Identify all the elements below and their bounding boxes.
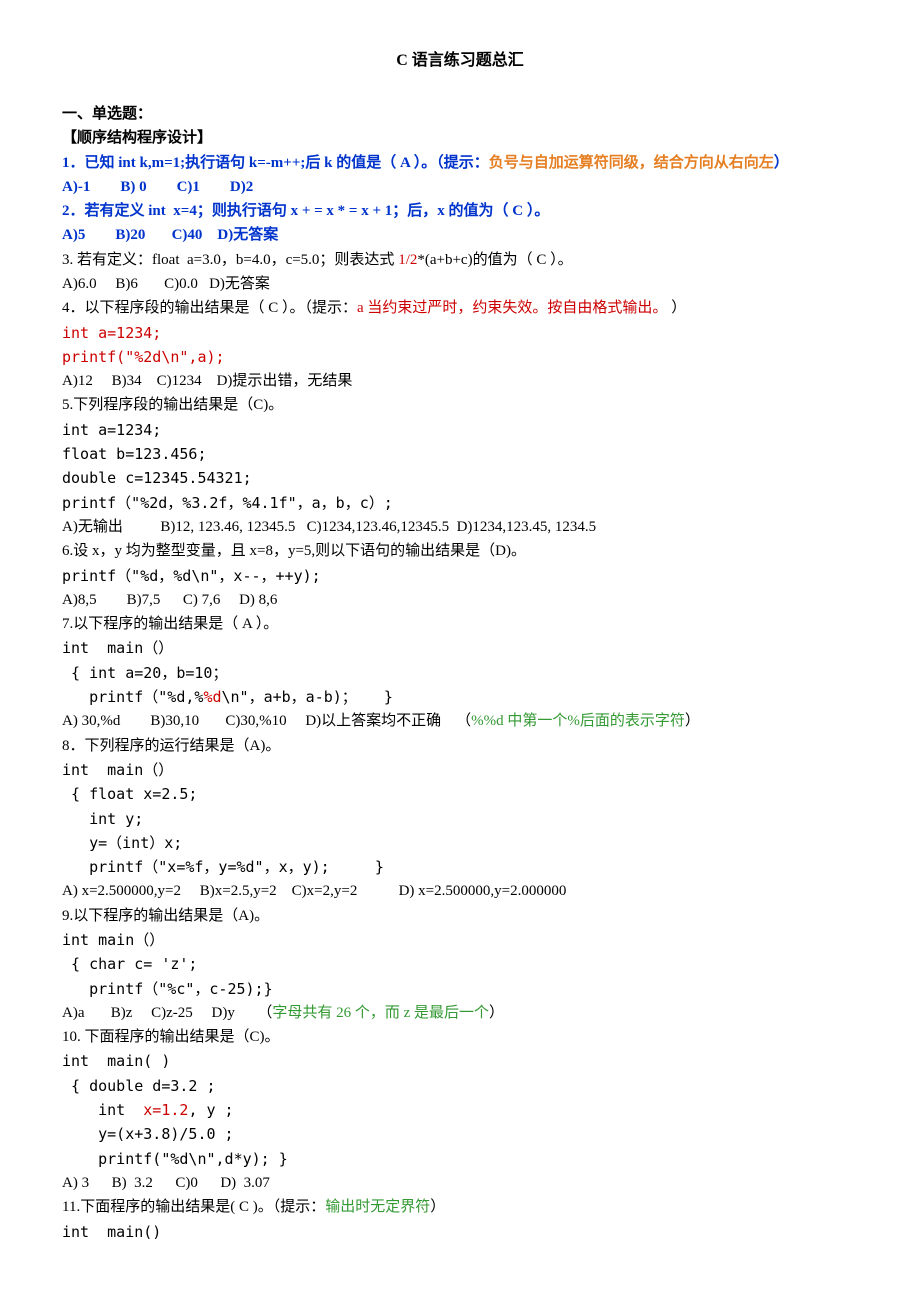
q1-text-a: 已知 int k,m=1;执行语句 k=-m++;后 k 的值是（ A ）。（提… bbox=[85, 155, 489, 171]
q8-code-3: int y; bbox=[62, 807, 858, 831]
q9-code-2: { char c= 'z'; bbox=[62, 952, 858, 976]
q4-text-a: 4．以下程序段的输出结果是（ C ）。（提示： bbox=[62, 300, 357, 316]
q4-code-1: int a=1234; bbox=[62, 321, 858, 345]
q4-options: A)12 B)34 C)1234 D)提示出错，无结果 bbox=[62, 369, 858, 393]
q7-code-1: int main（） bbox=[62, 636, 858, 660]
q1-options: A)-1 B) 0 C)1 D)2 bbox=[62, 175, 858, 199]
q3-stem: 3. 若有定义：float a=3.0，b=4.0，c=5.0；则表达式 1/2… bbox=[62, 248, 858, 272]
q10-options: A) 3 B) 3.2 C)0 D) 3.07 bbox=[62, 1171, 858, 1195]
q6-stem: 6.设 x，y 均为整型变量，且 x=8，y=5,则以下语句的输出结果是（D)。 bbox=[62, 539, 858, 563]
q8-code-5: printf（"x=%f，y=%d"，x，y); } bbox=[62, 855, 858, 879]
q11-text-a: 11.下面程序的输出结果是( C )。（提示： bbox=[62, 1199, 325, 1215]
subsection-heading: 【顺序结构程序设计】 bbox=[62, 126, 858, 150]
q7-code-3c: \n"，a+b，a-b)； } bbox=[222, 688, 393, 706]
q8-code-2: { float x=2.5; bbox=[62, 782, 858, 806]
q11-hint: 输出时无定界符 bbox=[325, 1199, 430, 1215]
q10-code-3c: , y ; bbox=[188, 1101, 233, 1119]
q9-stem: 9.以下程序的输出结果是（A)。 bbox=[62, 904, 858, 928]
q2-options: A)5 B)20 C)40 D)无答案 bbox=[62, 223, 858, 247]
q2-num: 2． bbox=[62, 203, 85, 219]
q10-code-2: { double d=3.2 ; bbox=[62, 1074, 858, 1098]
q8-code-1: int main（） bbox=[62, 758, 858, 782]
q11-stem: 11.下面程序的输出结果是( C )。（提示：输出时无定界符） bbox=[62, 1195, 858, 1219]
q6-options: A)8,5 B)7,5 C) 7,6 D) 8,6 bbox=[62, 588, 858, 612]
q9-options: A)a B)z C)z-25 D)y （字母共有 26 个，而 z 是最后一个） bbox=[62, 1001, 858, 1025]
q9-opts-a: A)a B)z C)z-25 D)y （ bbox=[62, 1005, 272, 1021]
q9-opts-b: ） bbox=[489, 1005, 504, 1021]
q7-opts-hint: %%d 中第一个%后面的表示字符 bbox=[471, 713, 685, 729]
q5-code-3: double c=12345.54321; bbox=[62, 466, 858, 490]
q1-hint: 负号与自加运算符同级，结合方向从右向左 bbox=[489, 155, 774, 171]
q10-code-1: int main( ) bbox=[62, 1049, 858, 1073]
q4-text-b: ） bbox=[667, 300, 686, 316]
q8-options: A) x=2.500000,y=2 B)x=2.5,y=2 C)x=2,y=2 … bbox=[62, 879, 858, 903]
q1-stem: 1．已知 int k,m=1;执行语句 k=-m++;后 k 的值是（ A ）。… bbox=[62, 151, 858, 175]
q10-code-4: y=(x+3.8)/5.0 ; bbox=[62, 1122, 858, 1146]
q4-hint: a 当约束过严时，约束失效。按自由格式输出。 bbox=[357, 300, 667, 316]
q2-stem: 2．若有定义 int x=4；则执行语句 x + = x * = x + 1；后… bbox=[62, 199, 858, 223]
q5-code-4: printf（"%2d，%3.2f，%4.1f"，a，b，c）; bbox=[62, 491, 858, 515]
q3-frac: 1/2 bbox=[398, 252, 417, 268]
q10-stem: 10. 下面程序的输出结果是（C)。 bbox=[62, 1025, 858, 1049]
q4-stem: 4．以下程序段的输出结果是（ C ）。（提示：a 当约束过严时，约束失效。按自由… bbox=[62, 296, 858, 320]
q5-code-2: float b=123.456; bbox=[62, 442, 858, 466]
q7-options: A) 30,%d B)30,10 C)30,%10 D)以上答案均不正确 （%%… bbox=[62, 709, 858, 733]
q5-code-1: int a=1234; bbox=[62, 418, 858, 442]
q7-code-2: { int a=20，b=10； bbox=[62, 661, 858, 685]
q11-code-1: int main() bbox=[62, 1220, 858, 1244]
q2-text: 若有定义 int x=4；则执行语句 x + = x * = x + 1；后，x… bbox=[85, 203, 550, 219]
section-heading: 一、单选题： bbox=[62, 102, 858, 126]
q7-code-3: printf（"%d,%%d\n"，a+b，a-b)； } bbox=[62, 685, 858, 709]
page-title: C 语言练习题总汇 bbox=[62, 48, 858, 74]
q6-code-1: printf（"%d，%d\n"，x--，++y); bbox=[62, 564, 858, 588]
q1-num: 1． bbox=[62, 155, 85, 171]
q1-text-b: ） bbox=[774, 155, 789, 171]
q7-opts-a: A) 30,%d B)30,10 C)30,%10 D)以上答案均不正确 （ bbox=[62, 713, 471, 729]
q10-code-3: int x=1.2, y ; bbox=[62, 1098, 858, 1122]
q7-code-3b: %d bbox=[203, 688, 221, 706]
q9-code-3: printf（"%c"，c-25);} bbox=[62, 977, 858, 1001]
q8-code-4: y=（int）x; bbox=[62, 831, 858, 855]
q4-code-2: printf("%2d\n",a); bbox=[62, 345, 858, 369]
q10-code-5: printf("%d\n",d*y); } bbox=[62, 1147, 858, 1171]
q7-code-3a: printf（"%d,% bbox=[62, 688, 203, 706]
q5-stem: 5.下列程序段的输出结果是（C)。 bbox=[62, 393, 858, 417]
q7-stem: 7.以下程序的输出结果是（ A ）。 bbox=[62, 612, 858, 636]
q7-opts-b: ） bbox=[685, 713, 700, 729]
q3-text-b: *(a+b+c)的值为（ C ）。 bbox=[417, 252, 572, 268]
q9-code-1: int main（） bbox=[62, 928, 858, 952]
q9-opts-hint: 字母共有 26 个，而 z 是最后一个 bbox=[272, 1005, 489, 1021]
q3-options: A)6.0 B)6 C)0.0 D)无答案 bbox=[62, 272, 858, 296]
q3-text-a: 3. 若有定义：float a=3.0，b=4.0，c=5.0；则表达式 bbox=[62, 252, 398, 268]
q11-text-b: ） bbox=[430, 1199, 445, 1215]
q5-options: A)无输出 B)12, 123.46, 12345.5 C)1234,123.4… bbox=[62, 515, 858, 539]
q10-code-3b: x=1.2 bbox=[143, 1101, 188, 1119]
q10-code-3a: int bbox=[62, 1101, 143, 1119]
q8-stem: 8．下列程序的运行结果是（A)。 bbox=[62, 734, 858, 758]
